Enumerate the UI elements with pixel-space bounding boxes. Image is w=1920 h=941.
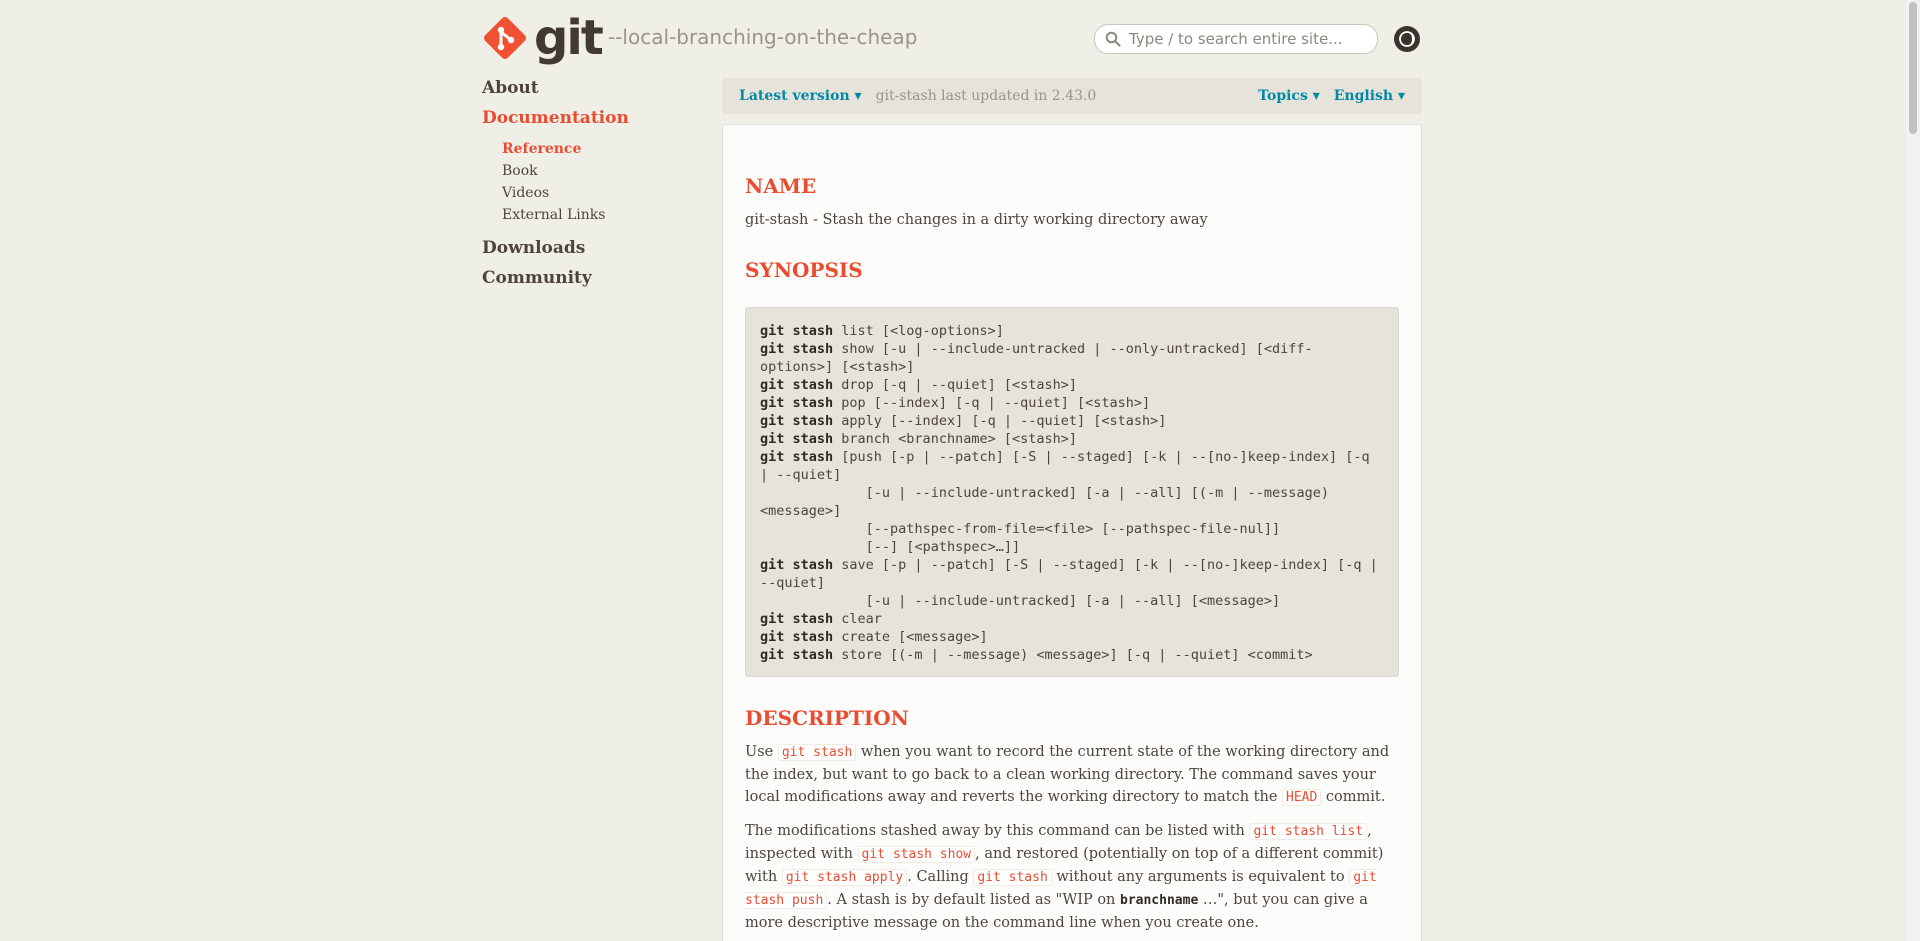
synopsis-line: [-u | --include-untracked] [-a | --all] … — [760, 593, 1281, 609]
inline-code: git stash apply — [781, 869, 908, 886]
logo-wordmark: git — [534, 10, 604, 66]
name-description: git-stash - Stash the changes in a dirty… — [745, 212, 1208, 228]
inline-code: git stash — [777, 744, 857, 761]
synopsis-line: [--] [<pathspec>…]] — [760, 539, 1021, 555]
synopsis-line: git stash drop [-q | --quiet] [<stash>] — [760, 377, 1077, 393]
synopsis-line: [-u | --include-untracked] [-a | --all] … — [760, 485, 1338, 519]
inline-code: git stash show — [857, 846, 976, 863]
search-input[interactable] — [1129, 30, 1369, 48]
synopsis-command: git stash — [760, 629, 834, 645]
sidebar-subitem-book[interactable]: Book — [502, 160, 702, 182]
inline-code: HEAD — [1282, 789, 1322, 806]
doc-version-bar: Latest version ▾ git-stash last updated … — [722, 78, 1422, 114]
synopsis-command: git stash — [760, 395, 834, 411]
synopsis-command: git stash — [760, 431, 834, 447]
section-heading-synopsis: SYNOPSIS — [745, 258, 863, 282]
synopsis-line: git stash pop [--index] [-q | --quiet] [… — [760, 395, 1151, 411]
moon-icon — [1399, 31, 1415, 47]
sidebar-subitem-external-links[interactable]: External Links — [502, 204, 702, 226]
page-scrollbar[interactable] — [1906, 0, 1920, 941]
documentation-subnav: Reference Book Videos External Links — [502, 138, 702, 226]
scrollbar-thumb[interactable] — [1909, 2, 1917, 134]
description-paragraph: Use git stash when you want to record th… — [745, 744, 1390, 806]
synopsis-line: [--pathspec-from-file=<file> [--pathspec… — [760, 521, 1281, 537]
version-dropdown[interactable]: Latest version ▾ — [739, 88, 862, 104]
synopsis-line: git stash save [-p | --patch] [-S | --st… — [760, 557, 1386, 591]
topics-dropdown[interactable]: Topics ▾ — [1258, 88, 1320, 104]
synopsis-line: git stash create [<message>] — [760, 629, 988, 645]
synopsis-line: git stash apply [--index] [-q | --quiet]… — [760, 413, 1167, 429]
sidebar-item-documentation[interactable]: Documentation — [482, 108, 702, 128]
description-body: Use git stash when you want to record th… — [745, 741, 1399, 934]
synopsis-command: git stash — [760, 449, 834, 465]
synopsis-line: git stash show [-u | --include-untracked… — [760, 341, 1313, 375]
sidebar-item-about[interactable]: About — [482, 78, 702, 98]
description-paragraph: The modifications stashed away by this c… — [745, 823, 1384, 931]
synopsis-command: git stash — [760, 611, 834, 627]
synopsis-line: git stash branch <branchname> [<stash>] — [760, 431, 1077, 447]
inline-code: git stash list — [1249, 823, 1368, 840]
section-heading-name: NAME — [745, 174, 817, 198]
synopsis-command: git stash — [760, 341, 834, 357]
synopsis-code-block: git stash list [<log-options>] git stash… — [745, 307, 1399, 677]
search-icon — [1105, 31, 1121, 47]
inline-code: git stash — [973, 869, 1052, 886]
sidebar-item-downloads[interactable]: Downloads — [482, 238, 702, 258]
site-tagline: --local-branching-on-the-cheap — [608, 25, 918, 49]
doc-content: NAME git-stash - Stash the changes in a … — [722, 124, 1422, 941]
synopsis-line: git stash [push [-p | --patch] [-S | --s… — [760, 449, 1378, 483]
inline-bold-code: branchname — [1120, 893, 1199, 908]
synopsis-command: git stash — [760, 323, 834, 339]
search-box[interactable] — [1094, 24, 1378, 54]
last-updated-text: git-stash last updated in 2.43.0 — [875, 88, 1097, 104]
dark-mode-toggle[interactable] — [1394, 26, 1420, 52]
section-heading-description: DESCRIPTION — [745, 706, 909, 730]
language-dropdown[interactable]: English ▾ — [1334, 88, 1405, 104]
synopsis-command: git stash — [760, 377, 834, 393]
synopsis-line: git stash clear — [760, 611, 882, 627]
synopsis-command: git stash — [760, 557, 834, 573]
sidebar-item-community[interactable]: Community — [482, 268, 702, 288]
topbar-right-menus: Topics ▾ English ▾ — [1258, 88, 1405, 104]
sidebar-subitem-videos[interactable]: Videos — [502, 182, 702, 204]
page-wrapper: git --local-branching-on-the-cheap About… — [482, 0, 1423, 941]
sidebar-subitem-reference[interactable]: Reference — [502, 138, 702, 160]
synopsis-command: git stash — [760, 413, 834, 429]
sidebar-nav: About Documentation Reference Book Video… — [482, 78, 702, 298]
synopsis-line: git stash store [(-m | --message) <messa… — [760, 647, 1313, 663]
git-logo[interactable]: git — [482, 10, 604, 66]
synopsis-command: git stash — [760, 647, 834, 663]
synopsis-line: git stash list [<log-options>] — [760, 323, 1004, 339]
git-logo-icon — [484, 17, 526, 59]
